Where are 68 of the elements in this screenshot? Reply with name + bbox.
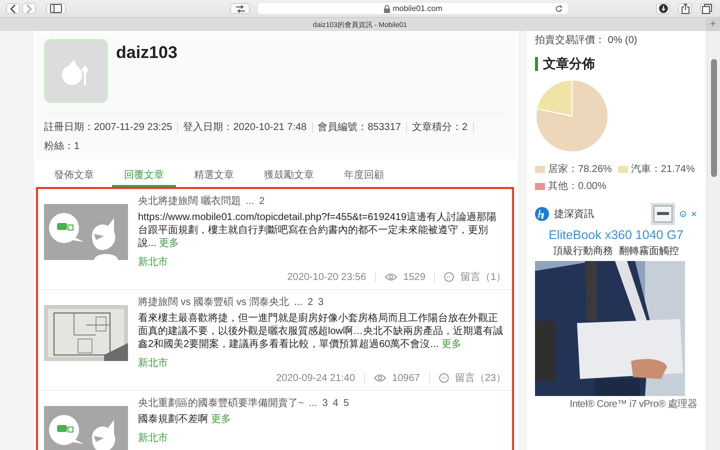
profile-tab[interactable]: 回覆文章: [112, 165, 176, 187]
member-info: 註冊日期：2007-11-29 23:25: [44, 120, 172, 134]
page-link[interactable]: 5: [343, 398, 349, 409]
profile-tab[interactable]: 年度回顧: [332, 165, 396, 187]
processor-badge-icon: [651, 203, 675, 225]
advertiser-name: 捷深資訊: [554, 208, 594, 221]
reply-excerpt: 看來樓主最喜歡將捷，但一進門就是廚房好像小套房格局而且工作陽台放在外觀正面真的建議不要，以後外觀是曬衣服質感超low啊…央北不缺兩房產品，近期還有誠鑫2和國美2要開案，建議再多看看比較，單價預算超過60萬不會沒... 更多: [138, 312, 504, 351]
member-info: 會員編號：853317: [318, 120, 401, 134]
eye-icon: [385, 273, 398, 281]
eye-icon: [374, 374, 386, 382]
region-link[interactable]: 新北市: [138, 255, 506, 269]
region-link[interactable]: 新北市: [138, 431, 506, 445]
tabs-overview-button[interactable]: [700, 3, 714, 14]
more-link[interactable]: 更多: [441, 339, 462, 350]
share-button[interactable]: [678, 3, 692, 14]
reply-excerpt: https://www.mobile01.com/topicdetail.php?f=455&t=6192419這邊有人討論過那陽台跟平面規劃，樓主就自行判斷吧寫在合約書內的都不一定未來能被遵守，更別說... 更多: [138, 211, 498, 250]
close-icon[interactable]: [691, 211, 697, 217]
member-info: 文章積分：2: [412, 120, 468, 134]
member-info: 粉絲：1: [44, 140, 80, 153]
profile-tab[interactable]: 發佈文章: [42, 165, 106, 187]
reply-excerpt: 國泰規劃不差啊 更多: [138, 413, 232, 426]
new-tab-button[interactable]: +: [706, 18, 720, 31]
reload-icon[interactable]: [555, 5, 563, 13]
ad-headline[interactable]: EliteBook x360 1040 G7: [535, 228, 697, 242]
post-title[interactable]: 央北將捷旅闊 曬衣問題: [138, 194, 241, 208]
legend-label: 其他：0.00%: [548, 180, 606, 193]
legend-label: 汽車：21.74%: [630, 162, 695, 176]
ellipsis: ...: [308, 398, 318, 409]
ad-tagline: 頂級行動商務 翻轉霧面觸控: [552, 244, 680, 258]
ad-caption: Intel® Core™ i7 vPro® 處理器: [568, 398, 697, 411]
info-icon[interactable]: [680, 211, 686, 217]
address-bar[interactable]: mobile01.com: [258, 3, 568, 14]
post-date: 2020-10-20 23:56: [287, 272, 366, 282]
profile-tab[interactable]: 精選文章: [182, 165, 246, 187]
post-title[interactable]: 將捷旅闊 vs 國泰豐碩 vs 潤泰央北: [138, 295, 290, 309]
avatar: [44, 39, 108, 103]
download-button[interactable]: [656, 3, 670, 14]
member-info: 登入日期：2020-10-21 7:48: [183, 120, 307, 134]
auction-rating: 拍賣交易評價： 0% (0): [535, 34, 638, 47]
page-link[interactable]: 2: [307, 297, 314, 308]
page-link[interactable]: 2: [259, 196, 265, 207]
tab-switch-button[interactable]: [230, 3, 250, 14]
back-button[interactable]: [6, 3, 20, 14]
comment-icon: [438, 373, 449, 383]
sidebar-button[interactable]: [46, 3, 66, 14]
post-date: 2020-09-24 21:40: [276, 372, 356, 384]
more-link[interactable]: 更多: [210, 414, 231, 425]
logo-icon: [535, 207, 549, 221]
lock-icon: [384, 4, 390, 12]
view-count: 10967: [392, 372, 420, 384]
page-link[interactable]: 3: [318, 297, 324, 308]
arrows-icon: [234, 4, 246, 12]
post-title[interactable]: 央北重劃區的國泰豐碩要準備開賣了~: [138, 396, 304, 410]
username: daiz103: [116, 43, 178, 64]
page-link[interactable]: 3: [322, 398, 328, 409]
profile-tab[interactable]: 獲鼓勵文章: [252, 165, 326, 187]
region-link[interactable]: 新北市: [138, 356, 506, 370]
scrollbar-thumb[interactable]: [711, 59, 717, 177]
view-count: 1529: [403, 272, 426, 282]
section-heading: 文章分佈: [535, 57, 697, 71]
more-link[interactable]: 更多: [159, 238, 180, 249]
comment-count[interactable]: 留言（23）: [454, 371, 506, 385]
ellipsis: ...: [294, 297, 302, 308]
page-link[interactable]: 4: [332, 398, 338, 409]
legend-label: 居家：78.26%: [548, 162, 612, 176]
comment-icon: [444, 272, 454, 282]
ellipsis: ...: [246, 196, 254, 207]
comment-count[interactable]: 留言（1）: [460, 270, 506, 284]
